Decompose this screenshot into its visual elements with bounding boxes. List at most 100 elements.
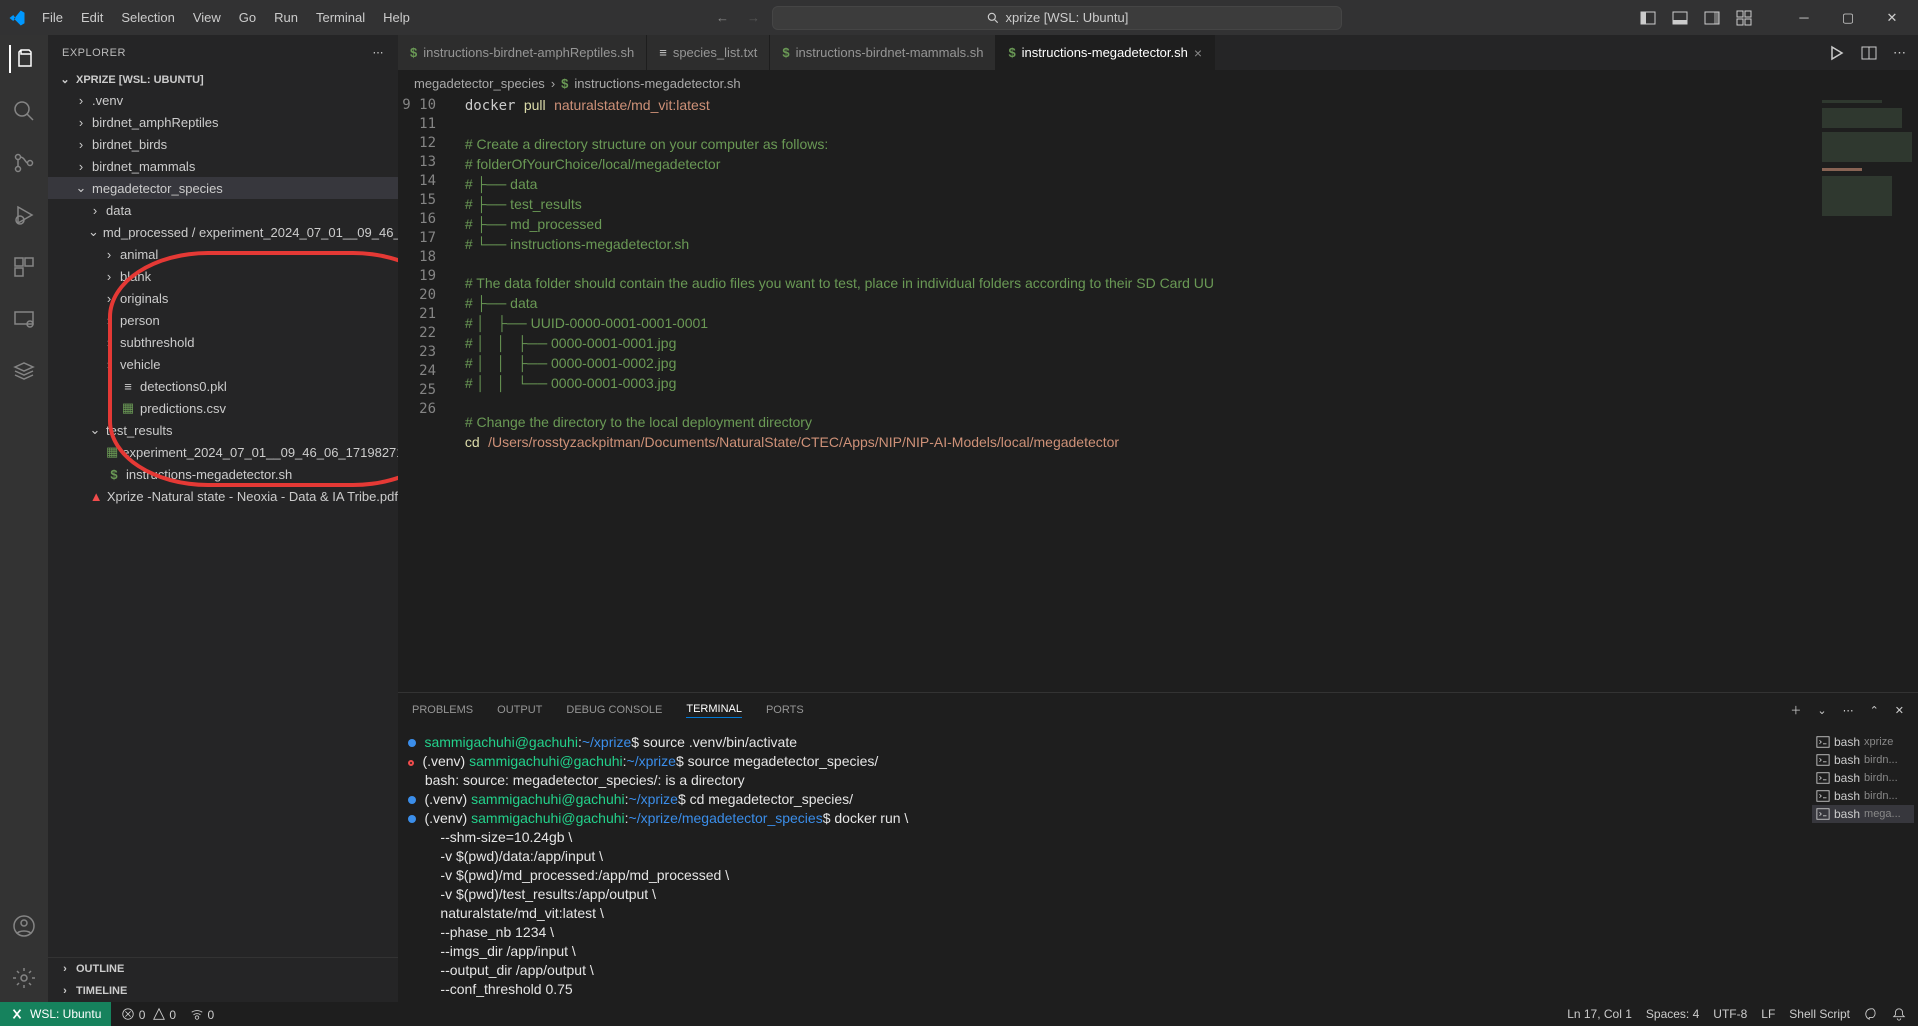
- panel-tab-problems[interactable]: PROBLEMS: [412, 704, 473, 716]
- folder-item[interactable]: ›.venv: [48, 89, 398, 111]
- panel-tab-terminal[interactable]: TERMINAL: [686, 703, 742, 718]
- window-minimize-button[interactable]: ─: [1786, 10, 1822, 26]
- chevron-icon: ›: [74, 137, 88, 152]
- explorer-more-icon[interactable]: ⋯: [373, 46, 385, 59]
- menu-go[interactable]: Go: [231, 6, 264, 29]
- status-lncol[interactable]: Ln 17, Col 1: [1567, 1007, 1632, 1021]
- outline-section[interactable]: ›OUTLINE: [48, 958, 398, 980]
- run-icon[interactable]: [1829, 45, 1845, 61]
- activity-scm-icon[interactable]: [10, 149, 38, 177]
- panel-tab-output[interactable]: OUTPUT: [497, 704, 542, 716]
- code-editor[interactable]: 9 10 11 12 13 14 15 16 17 18 19 20 21 22…: [398, 96, 1918, 692]
- terminal-item[interactable]: bash birdn...: [1812, 751, 1914, 769]
- tree-root[interactable]: ⌄ XPRIZE [WSL: UBUNTU]: [48, 70, 398, 89]
- activity-remote-icon[interactable]: [10, 305, 38, 333]
- nav-arrows: ← →: [716, 10, 760, 25]
- status-language[interactable]: Shell Script: [1789, 1007, 1850, 1021]
- panel-maximize-icon[interactable]: ⌃: [1870, 704, 1879, 717]
- folder-item[interactable]: ›birdnet_birds: [48, 133, 398, 155]
- menu-edit[interactable]: Edit: [73, 6, 111, 29]
- file-item[interactable]: ▦experiment_2024_07_01__09_46_06_1719827…: [48, 441, 398, 463]
- status-spaces[interactable]: Spaces: 4: [1646, 1007, 1699, 1021]
- activity-search-icon[interactable]: [10, 97, 38, 125]
- panel-more-icon[interactable]: ⋯: [1843, 704, 1854, 717]
- activity-explorer-icon[interactable]: [9, 45, 37, 73]
- status-bell-icon[interactable]: [1892, 1007, 1906, 1021]
- terminal-item[interactable]: bash mega...: [1812, 805, 1914, 823]
- menu-view[interactable]: View: [185, 6, 229, 29]
- folder-item[interactable]: ›data: [48, 199, 398, 221]
- menu-selection[interactable]: Selection: [113, 6, 182, 29]
- breadcrumb[interactable]: megadetector_species › $ instructions-me…: [398, 70, 1918, 96]
- terminal-shell-icon: [1816, 789, 1830, 803]
- file-type-icon: ▦: [120, 400, 136, 416]
- dollar-icon: $: [410, 45, 417, 60]
- editor-tab[interactable]: $instructions-birdnet-mammals.sh: [770, 35, 996, 70]
- file-type-icon: ▦: [106, 444, 118, 460]
- code-content[interactable]: docker pull naturalstate/md_vit:latest #…: [448, 96, 1818, 692]
- window-maximize-button[interactable]: ▢: [1830, 10, 1866, 26]
- panel-tab-ports[interactable]: PORTS: [766, 704, 804, 716]
- chevron-icon: ›: [102, 247, 116, 262]
- layout-toggle-3-icon[interactable]: [1704, 10, 1720, 26]
- activity-stack-icon[interactable]: [10, 357, 38, 385]
- folder-item[interactable]: ›subthreshold: [48, 331, 398, 353]
- status-eol[interactable]: LF: [1761, 1007, 1775, 1021]
- folder-item[interactable]: ›birdnet_amphReptiles: [48, 111, 398, 133]
- editor-tab[interactable]: ≡species_list.txt: [647, 35, 770, 70]
- activity-settings-icon[interactable]: [10, 964, 38, 992]
- tab-close-icon[interactable]: ×: [1194, 45, 1202, 61]
- editor-tab[interactable]: $instructions-birdnet-amphReptiles.sh: [398, 35, 647, 70]
- folder-item[interactable]: ⌄megadetector_species: [48, 177, 398, 199]
- status-ports[interactable]: 0: [190, 1007, 214, 1022]
- status-bar: WSL: Ubuntu 0 0 0 Ln 17, Col 1 Spaces: 4…: [0, 1002, 1918, 1026]
- menu-help[interactable]: Help: [375, 6, 418, 29]
- status-remote[interactable]: WSL: Ubuntu: [0, 1002, 111, 1026]
- file-item[interactable]: ▲Xprize -Natural state - Neoxia - Data &…: [48, 485, 398, 507]
- terminal-item[interactable]: bash xprize: [1812, 733, 1914, 751]
- editor-tab[interactable]: $instructions-megadetector.sh×: [996, 35, 1215, 70]
- folder-item[interactable]: ›person: [48, 309, 398, 331]
- panel-tab-debug-console[interactable]: DEBUG CONSOLE: [566, 704, 662, 716]
- folder-item[interactable]: ⌄md_processed / experiment_2024_07_01__0…: [48, 221, 398, 243]
- status-feedback-icon[interactable]: [1864, 1007, 1878, 1021]
- nav-forward-icon[interactable]: →: [747, 10, 760, 25]
- layout-customize-icon[interactable]: [1736, 10, 1752, 26]
- minimap[interactable]: [1818, 96, 1918, 692]
- timeline-section[interactable]: ›TIMELINE: [48, 980, 398, 1002]
- file-item[interactable]: $instructions-megadetector.sh: [48, 463, 398, 485]
- folder-item[interactable]: ›originals: [48, 287, 398, 309]
- window-close-button[interactable]: ✕: [1874, 10, 1910, 26]
- terminal-dropdown-icon[interactable]: ⌄: [1817, 704, 1826, 717]
- status-encoding[interactable]: UTF-8: [1713, 1007, 1747, 1021]
- menu-file[interactable]: File: [34, 6, 71, 29]
- split-editor-icon[interactable]: [1861, 45, 1877, 61]
- activity-extensions-icon[interactable]: [10, 253, 38, 281]
- menu-terminal[interactable]: Terminal: [308, 6, 373, 29]
- file-item[interactable]: ≡detections0.pkl: [48, 375, 398, 397]
- list-icon: ≡: [659, 45, 667, 60]
- panel-close-icon[interactable]: ✕: [1895, 704, 1904, 717]
- nav-back-icon[interactable]: ←: [716, 10, 729, 25]
- folder-item[interactable]: ›vehicle: [48, 353, 398, 375]
- terminal-item[interactable]: bash birdn...: [1812, 769, 1914, 787]
- terminal-output[interactable]: sammigachuhi@gachuhi:~/xprize$ source .v…: [398, 727, 1808, 1002]
- layout-toggle-2-icon[interactable]: [1672, 10, 1688, 26]
- terminal-item[interactable]: bash birdn...: [1812, 787, 1914, 805]
- menu-run[interactable]: Run: [266, 6, 306, 29]
- chevron-icon: ⌄: [88, 224, 99, 240]
- folder-item[interactable]: ›birdnet_mammals: [48, 155, 398, 177]
- new-terminal-icon[interactable]: ＋: [1790, 702, 1801, 718]
- folder-item[interactable]: ›blank: [48, 265, 398, 287]
- chevron-icon: ›: [74, 93, 88, 108]
- folder-item[interactable]: ⌄test_results: [48, 419, 398, 441]
- activity-account-icon[interactable]: [10, 912, 38, 940]
- terminal-shell-icon: [1816, 807, 1830, 821]
- activity-debug-icon[interactable]: [10, 201, 38, 229]
- file-item[interactable]: ▦predictions.csv: [48, 397, 398, 419]
- command-center-search[interactable]: xprize [WSL: Ubuntu]: [772, 6, 1342, 30]
- folder-item[interactable]: ›animal: [48, 243, 398, 265]
- layout-toggle-1-icon[interactable]: [1640, 10, 1656, 26]
- tab-more-icon[interactable]: ⋯: [1893, 45, 1906, 61]
- status-errors[interactable]: 0 0: [121, 1007, 176, 1022]
